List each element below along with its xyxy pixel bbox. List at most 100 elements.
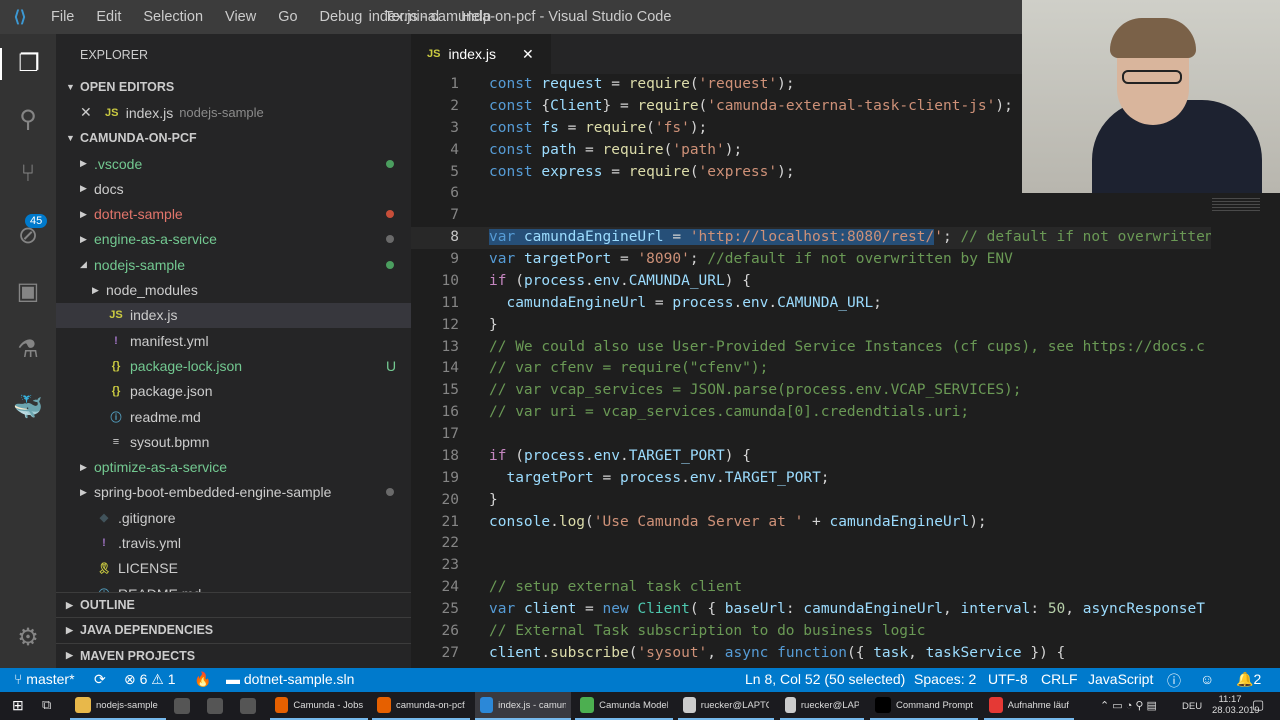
test-flask-icon[interactable]: ⚗ bbox=[12, 334, 44, 366]
section-maven-projects[interactable]: ▶ MAVEN PROJECTS bbox=[56, 642, 411, 668]
tree-item[interactable]: ≡ sysout.bpmn bbox=[56, 429, 411, 454]
windows-start-icon[interactable]: ⊞ bbox=[12, 697, 24, 714]
info-icon[interactable]: ⓘ bbox=[1167, 671, 1181, 691]
search-icon[interactable]: ⚲ bbox=[12, 104, 44, 136]
indentation[interactable]: Spaces: 2 bbox=[914, 671, 976, 687]
close-icon[interactable]: ✕ bbox=[80, 104, 92, 121]
tree-item[interactable]: ▶ spring-boot-embedded-engine-sample bbox=[56, 480, 411, 505]
open-editor-item[interactable]: ✕ JS index.js nodejs-sample bbox=[56, 100, 411, 125]
menu-debug[interactable]: Debug bbox=[309, 9, 374, 25]
chevron-right-icon[interactable]: ▶ bbox=[80, 462, 94, 473]
settings-gear-icon[interactable]: ⚙ bbox=[12, 622, 44, 654]
tree-item[interactable]: ⓘ readme.md bbox=[56, 404, 411, 429]
explorer-icon[interactable]: ❐ bbox=[0, 48, 56, 80]
encoding[interactable]: UTF-8 bbox=[988, 671, 1028, 687]
sync-icon[interactable]: ⟳ bbox=[94, 671, 106, 688]
taskbar-item[interactable]: Camunda - Jobs: ... bbox=[270, 692, 368, 720]
chrome-icon[interactable] bbox=[240, 698, 256, 714]
tab-index-js[interactable]: JS index.js ✕ bbox=[411, 34, 551, 74]
flame-icon[interactable]: 🔥 bbox=[194, 671, 211, 688]
menu-selection[interactable]: Selection bbox=[132, 9, 214, 25]
code-line: 12} bbox=[411, 315, 1211, 337]
open-editors-header[interactable]: ▼ OPEN EDITORS bbox=[56, 74, 411, 99]
activity-bar: ❐ ⚲ ⑂ 45 ⊘ ▣ ⚗ 🐳 ⚙ bbox=[0, 34, 56, 668]
taskbar-item[interactable]: Command Prompt bbox=[870, 692, 978, 720]
action-center-icon[interactable]: ▢ bbox=[1252, 697, 1264, 713]
tree-item[interactable]: ▶ dotnet-sample bbox=[56, 202, 411, 227]
tree-item[interactable]: ▶ .vscode bbox=[56, 151, 411, 176]
taskbar-item[interactable]: camunda-on-pcf/... bbox=[372, 692, 470, 720]
clock[interactable]: 11:17 28.03.2019 bbox=[1212, 694, 1260, 716]
tree-item[interactable]: ▶ optimize-as-a-service bbox=[56, 455, 411, 480]
tree-item[interactable]: ! .travis.yml bbox=[56, 531, 411, 556]
section-outline[interactable]: ▶ OUTLINE bbox=[56, 592, 411, 617]
chevron-right-icon[interactable]: ▶ bbox=[80, 487, 94, 498]
tree-item[interactable]: ! manifest.yml bbox=[56, 328, 411, 353]
menu-edit[interactable]: Edit bbox=[85, 9, 132, 25]
taskbar-item[interactable]: ruecker@LAPTOP... bbox=[678, 692, 774, 720]
tree-item[interactable]: 🎗 LICENSE bbox=[56, 556, 411, 581]
menu-go[interactable]: Go bbox=[267, 9, 308, 25]
chevron-right-icon[interactable]: ▶ bbox=[80, 234, 94, 245]
menu-help[interactable]: Help bbox=[450, 9, 502, 25]
minimap[interactable] bbox=[1212, 194, 1280, 668]
problems-indicator[interactable]: ⊗ 6 ⚠ 1 bbox=[124, 671, 176, 688]
chevron-right-icon[interactable]: ▶ bbox=[80, 158, 94, 169]
taskbar-item[interactable]: Camunda Modeler bbox=[575, 692, 673, 720]
solution-indicator[interactable]: ▬ dotnet-sample.sln bbox=[226, 671, 354, 687]
taskbar-item[interactable]: nodejs-sample bbox=[70, 692, 166, 720]
cursor-position[interactable]: Ln 8, Col 52 (50 selected) bbox=[745, 671, 905, 687]
code-token: asyncResponseT bbox=[1082, 601, 1205, 618]
code-token: const bbox=[489, 163, 533, 180]
tree-item[interactable]: ◆ .gitignore bbox=[56, 505, 411, 530]
docker-icon[interactable]: 🐳 bbox=[12, 392, 44, 424]
tree-item[interactable]: ▶ engine-as-a-service bbox=[56, 227, 411, 252]
chevron-right-icon[interactable]: ▶ bbox=[80, 183, 94, 194]
code-token: camundaEngineUrl bbox=[803, 601, 944, 618]
tree-item[interactable]: ◢ nodejs-sample bbox=[56, 252, 411, 277]
line-number: 15 bbox=[441, 382, 459, 399]
task-view-icon[interactable]: ⧉ bbox=[42, 697, 51, 713]
code-token: = bbox=[602, 163, 629, 180]
input-language[interactable]: DEU bbox=[1182, 701, 1202, 712]
menu-view[interactable]: View bbox=[214, 9, 267, 25]
chevron-right-icon[interactable]: ▶ bbox=[80, 209, 94, 220]
menu-file[interactable]: File bbox=[40, 9, 85, 25]
chevron-right-icon: ▶ bbox=[66, 599, 73, 610]
tree-item-label: nodejs-sample bbox=[94, 256, 186, 273]
tree-item[interactable]: JS index.js bbox=[56, 302, 411, 328]
chevron-down-icon[interactable]: ◢ bbox=[80, 259, 94, 270]
menu-terminal[interactable]: Terminal bbox=[373, 9, 450, 25]
line-number: 27 bbox=[441, 644, 459, 661]
taskbar-item[interactable]: ruecker@LAPTOP... bbox=[780, 692, 864, 720]
code-token: '8090' bbox=[637, 251, 690, 268]
project-header[interactable]: ▼ CAMUNDA-ON-PCF bbox=[56, 125, 411, 150]
tab-close-icon[interactable]: ✕ bbox=[522, 46, 534, 63]
code-token: ( bbox=[698, 97, 708, 114]
tree-item-label: LICENSE bbox=[118, 560, 178, 577]
tree-item[interactable]: {} package-lock.json U bbox=[56, 353, 411, 378]
code-token: TARGET_PORT bbox=[724, 469, 821, 486]
system-tray-icons[interactable]: ⌃ ▭ ◔ ⚲ ▤ bbox=[1100, 699, 1157, 712]
git-branch[interactable]: ⑂ master* bbox=[14, 671, 75, 687]
debug-icon[interactable]: ⊘ bbox=[12, 220, 44, 252]
outlook-icon[interactable] bbox=[174, 698, 190, 714]
code-token: ( bbox=[689, 76, 699, 92]
taskbar-item[interactable]: index.js - camund... bbox=[475, 692, 571, 720]
tree-item[interactable]: ▶ node_modules bbox=[56, 278, 411, 303]
tree-item[interactable]: {} package.json bbox=[56, 379, 411, 404]
line-number: 24 bbox=[441, 579, 459, 596]
code-token: require bbox=[602, 141, 664, 158]
section-java-dependencies[interactable]: ▶ JAVA DEPENDENCIES bbox=[56, 617, 411, 643]
extensions-icon[interactable]: ▣ bbox=[12, 276, 44, 308]
language-mode[interactable]: JavaScript bbox=[1088, 671, 1153, 687]
tree-item[interactable]: ▶ docs bbox=[56, 176, 411, 201]
chevron-right-icon[interactable]: ▶ bbox=[92, 285, 106, 296]
code-token: 'fs' bbox=[654, 119, 690, 136]
source-control-icon[interactable]: ⑂ bbox=[12, 158, 44, 190]
notifications[interactable]: 🔔2 bbox=[1236, 671, 1261, 688]
line-ending[interactable]: CRLF bbox=[1041, 671, 1078, 687]
taskbar-item[interactable]: Aufnahme läuft... bbox=[984, 692, 1074, 720]
eclipse-icon[interactable] bbox=[207, 698, 223, 714]
feedback-smiley-icon[interactable]: ☺ bbox=[1200, 671, 1214, 687]
